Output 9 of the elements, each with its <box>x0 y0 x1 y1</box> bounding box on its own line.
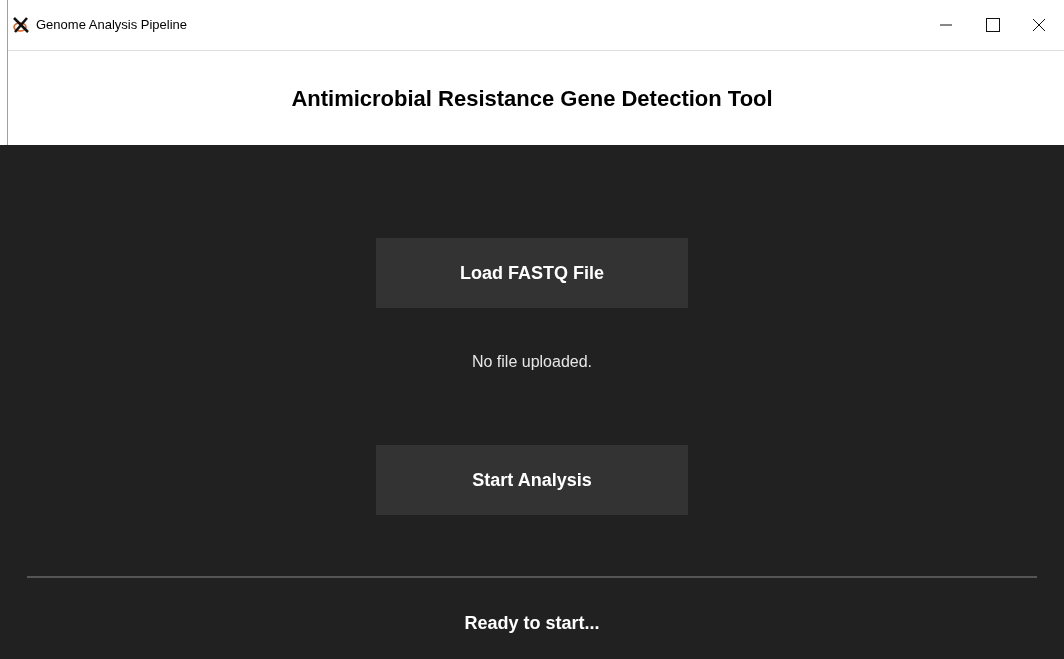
start-analysis-button[interactable]: Start Analysis <box>376 445 688 515</box>
file-status-text: No file uploaded. <box>471 352 593 372</box>
window-title: Genome Analysis Pipeline <box>36 16 188 35</box>
maximize-icon[interactable] <box>986 18 1000 32</box>
app-icon <box>12 16 30 34</box>
status-text: Ready to start... <box>464 612 600 635</box>
close-icon[interactable] <box>1032 18 1046 32</box>
load-file-button[interactable]: Load FASTQ File <box>376 238 688 308</box>
header-title: Antimicrobial Resistance Gene Detection Tool <box>291 84 773 113</box>
